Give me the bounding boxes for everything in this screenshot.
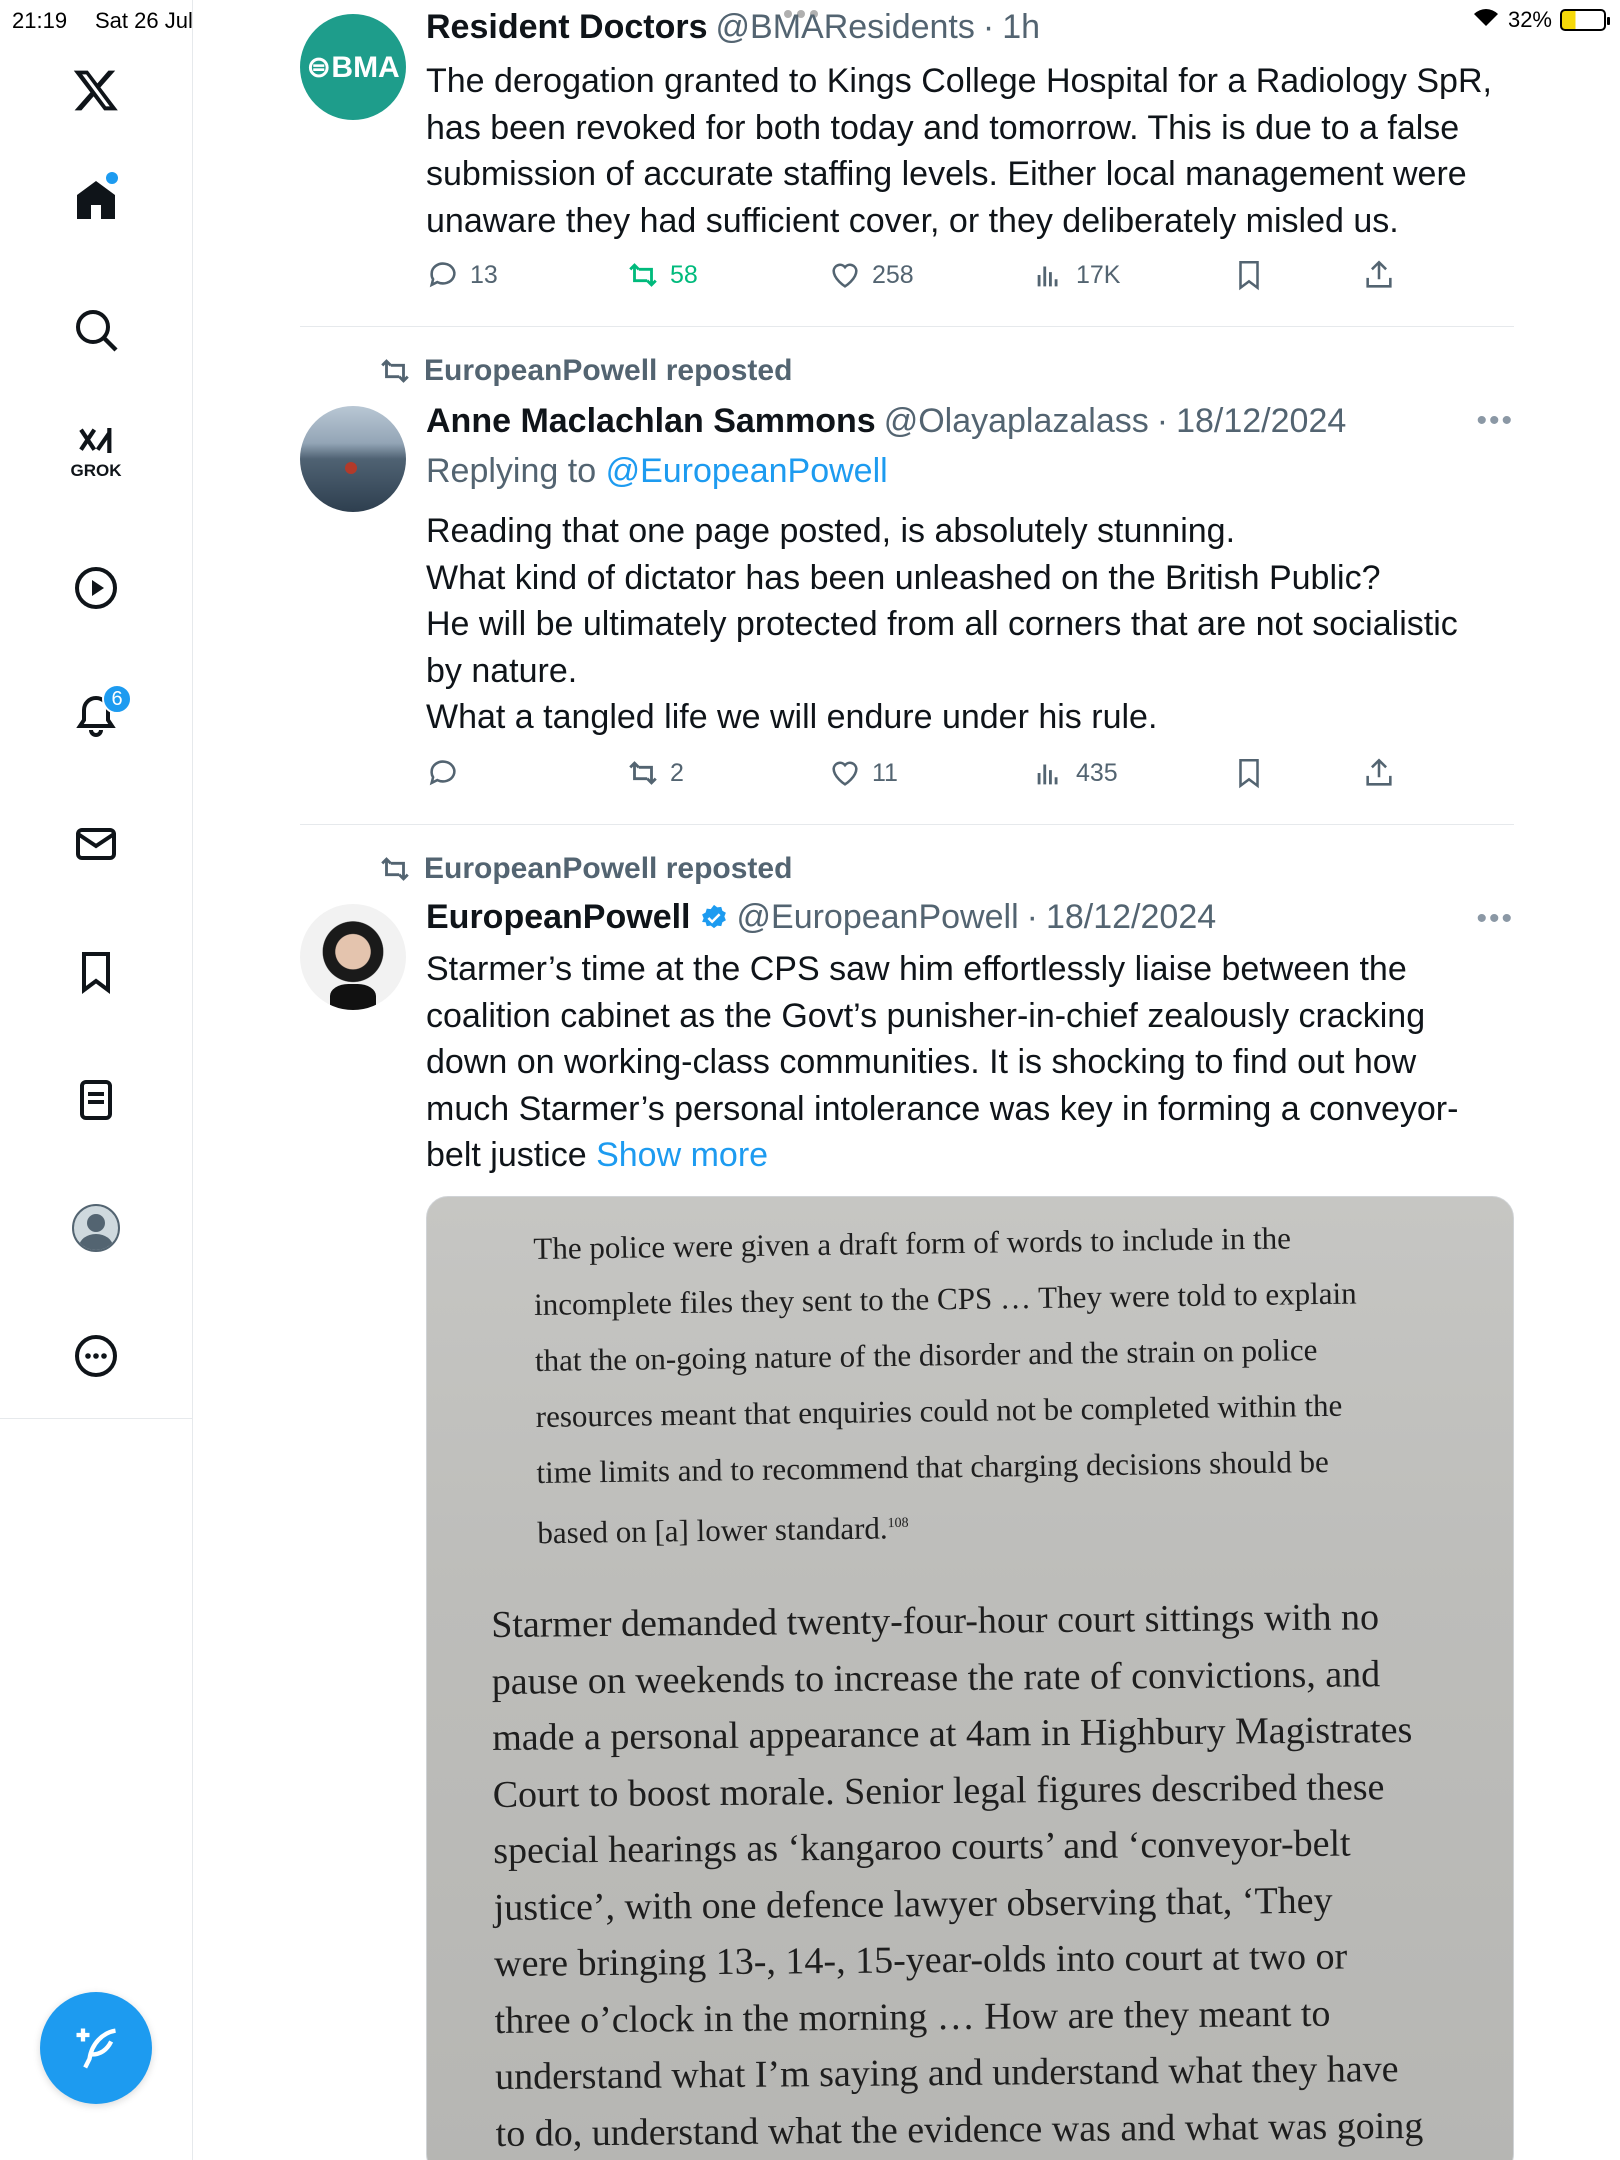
replying-to-link[interactable]: @EuropeanPowell: [606, 452, 888, 490]
repost-indicator: EuropeanPowell reposted: [378, 852, 792, 886]
post-time[interactable]: 18/12/2024: [1176, 402, 1346, 441]
home-unread-dot: [106, 172, 118, 184]
notifications-badge: 6: [102, 684, 132, 714]
reply-button[interactable]: 13: [426, 258, 498, 292]
separator: ·: [1156, 402, 1169, 440]
more-options-dots-icon[interactable]: •••: [1476, 404, 1514, 438]
author-name[interactable]: Anne Maclachlan Sammons: [426, 402, 876, 441]
search-icon[interactable]: [56, 290, 136, 370]
repost-small-icon: [381, 359, 409, 383]
book-page-photo[interactable]: The police were given a draft form of wo…: [426, 1196, 1514, 2160]
more-options-dots-icon[interactable]: •••: [1476, 902, 1514, 936]
like-button[interactable]: 258: [828, 258, 914, 292]
show-more-link[interactable]: Show more: [596, 1136, 768, 1174]
share-icon[interactable]: [1362, 258, 1396, 292]
verified-badge-icon: [701, 904, 726, 928]
repost-small-icon: [381, 857, 409, 881]
separator: ·: [982, 8, 995, 46]
tweet-text: The derogation granted to Kings College …: [426, 62, 1492, 240]
reply-button[interactable]: [426, 756, 470, 790]
tweet-divider: [300, 326, 1514, 327]
compose-post-button[interactable]: [40, 1992, 152, 2104]
like-count: 11: [872, 758, 898, 787]
tweet-divider: [300, 824, 1514, 825]
repost-count: 58: [670, 260, 698, 289]
replying-to: Replying to @EuropeanPowell: [426, 452, 888, 490]
tweet-actions: 2 11 435: [426, 756, 1426, 796]
sidebar: GROK 6: [0, 0, 193, 2160]
reply-count: 13: [470, 260, 498, 289]
grok-label: GROK: [70, 461, 122, 480]
repost-count: 2: [670, 758, 684, 787]
wifi-icon: [1472, 6, 1500, 34]
bookmarks-icon[interactable]: [56, 932, 136, 1012]
profile-avatar-icon[interactable]: [56, 1188, 136, 1268]
repost-indicator: EuropeanPowell reposted: [378, 354, 792, 388]
battery-icon: [1560, 9, 1610, 31]
home-icon[interactable]: [56, 160, 136, 240]
tweet-text: Reading that one page posted, is absolut…: [426, 512, 1458, 736]
video-play-icon[interactable]: [56, 548, 136, 628]
views-button[interactable]: 17K: [1032, 258, 1120, 292]
repost-button[interactable]: 58: [626, 258, 698, 292]
author-handle[interactable]: @BMAResidents: [716, 8, 975, 47]
sidebar-divider: [0, 1418, 192, 1419]
repost-button[interactable]: 2: [626, 756, 684, 790]
like-count: 258: [872, 260, 914, 289]
post-time[interactable]: 1h: [1002, 8, 1040, 47]
photo-quote-text: The police were given a draft form of wo…: [533, 1220, 1357, 1551]
author-avatar[interactable]: [300, 406, 406, 512]
battery-percent: 32%: [1507, 7, 1552, 32]
bookmark-icon[interactable]: [1232, 756, 1266, 790]
views-count: 17K: [1076, 260, 1121, 289]
x-logo-icon[interactable]: [56, 50, 136, 130]
messages-envelope-icon[interactable]: [56, 804, 136, 884]
author-name[interactable]: EuropeanPowell: [426, 898, 691, 937]
views-button[interactable]: 435: [1032, 756, 1118, 790]
grok-icon[interactable]: GROK: [56, 412, 136, 492]
bookmark-icon[interactable]: [1232, 258, 1266, 292]
views-count: 435: [1076, 758, 1118, 787]
post-time[interactable]: 18/12/2024: [1046, 898, 1216, 937]
bma-avatar[interactable]: ⊜BMA: [300, 14, 406, 120]
photo-main-text: Starmer demanded twenty-four-hour court …: [491, 1596, 1424, 2155]
tweet-actions: 13 58 258 17K: [426, 258, 1426, 298]
author-handle[interactable]: @EuropeanPowell: [737, 898, 1019, 937]
tweet-text: Starmer’s time at the CPS saw him effort…: [426, 950, 1459, 1174]
like-button[interactable]: 11: [828, 756, 898, 790]
author-handle[interactable]: @Olayaplazalass: [884, 402, 1149, 441]
share-icon[interactable]: [1362, 756, 1396, 790]
separator: ·: [1026, 898, 1038, 936]
more-options-icon[interactable]: [56, 1316, 136, 1396]
lists-icon[interactable]: [56, 1060, 136, 1140]
notifications-bell-icon[interactable]: 6: [56, 676, 136, 756]
author-avatar[interactable]: [300, 904, 406, 1010]
author-name[interactable]: Resident Doctors: [426, 8, 708, 47]
